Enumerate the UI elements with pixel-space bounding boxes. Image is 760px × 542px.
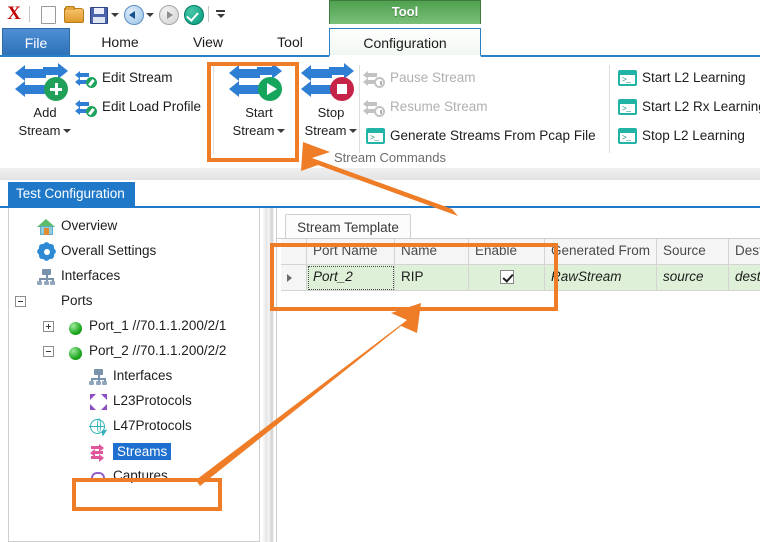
undo-back-icon[interactable] <box>122 3 144 25</box>
enable-checkbox[interactable] <box>499 270 514 284</box>
cell-source[interactable]: source <box>657 265 729 291</box>
stream-grid-pane: Stream Template Port Name Name Enable Ge… <box>276 208 760 542</box>
tree-item-label: Overview <box>61 218 118 233</box>
console-icon-2: >_ <box>618 70 637 86</box>
app-logo-icon: X <box>7 3 21 24</box>
ribbon-tab-strip: File Home View Tool Configuration <box>0 28 760 57</box>
cell-dest[interactable]: dest <box>729 265 760 291</box>
tree-item-label: L23Protocols <box>113 393 192 408</box>
add-stream-dropdown-icon <box>63 129 72 133</box>
tab-stream-template[interactable]: Stream Template <box>285 214 411 240</box>
save-dropdown-icon[interactable] <box>109 3 119 25</box>
resume-stream-icon <box>363 100 385 117</box>
current-row-indicator-icon <box>287 274 292 282</box>
cell-generated-from[interactable]: RawStream <box>545 265 657 291</box>
tree-item-label: Overall Settings <box>61 243 157 258</box>
start-stream-icon <box>229 63 283 103</box>
start-l2-learning-label: Start L2 Learning <box>642 70 746 85</box>
tree-item-label: Port_1 //70.1.1.200/2/1 <box>89 318 227 333</box>
pane-splitter[interactable] <box>262 208 274 542</box>
ribbon-group-label: Stream Commands <box>334 150 446 165</box>
network-icon <box>89 368 108 386</box>
home-icon <box>37 218 56 236</box>
new-icon[interactable] <box>37 3 59 25</box>
edit-load-profile-icon <box>75 100 97 117</box>
tree-item-label: Interfaces <box>113 368 173 383</box>
stop-l2-learning-label: Stop L2 Learning <box>642 128 745 143</box>
cell-enable[interactable] <box>469 265 545 291</box>
start-l2-rx-learning-label: Start L2 Rx Learning <box>642 99 760 114</box>
stream-grid: Port Name Name Enable Generated From Sou… <box>281 239 760 291</box>
edit-stream-label: Edit Stream <box>102 70 173 85</box>
resume-stream-label: Resume Stream <box>390 99 488 114</box>
expander-icon[interactable] <box>15 296 26 307</box>
ribbon: Add Stream Edit Stream Edit Load Profile… <box>0 57 760 169</box>
tree-item-label: Port_2 //70.1.1.200/2/2 <box>89 343 227 358</box>
stop-stream-icon <box>301 63 355 103</box>
edit-stream-icon <box>75 71 97 88</box>
add-stream-label-line2: Stream <box>2 123 88 139</box>
streams-icon <box>89 443 108 462</box>
tree-item-label: Interfaces <box>61 268 121 283</box>
add-stream-icon <box>15 63 69 103</box>
pause-stream-label: Pause Stream <box>390 70 476 85</box>
tree-item-label: Streams <box>113 443 172 460</box>
expander-icon[interactable] <box>43 321 54 332</box>
port-status-icon <box>65 343 84 361</box>
expander-icon[interactable] <box>43 346 54 357</box>
generate-streams-from-pcap-label: Generate Streams From Pcap File <box>390 128 596 143</box>
rack-icon <box>37 293 56 311</box>
grid-col-source[interactable]: Source <box>657 239 729 265</box>
grid-row-selector-header <box>281 239 307 265</box>
grid-col-name[interactable]: Name <box>395 239 469 265</box>
redo-forward-icon[interactable] <box>157 3 179 25</box>
grid-col-port-name[interactable]: Port Name <box>307 239 395 265</box>
cell-port-name[interactable]: Port_2 <box>307 265 395 291</box>
network-icon <box>37 268 56 286</box>
pause-stream-icon <box>363 71 385 88</box>
tab-configuration[interactable]: Configuration <box>329 28 481 57</box>
grid-col-enable[interactable]: Enable <box>469 239 545 265</box>
start-stream-dropdown-icon <box>277 129 286 133</box>
save-icon[interactable] <box>87 3 109 25</box>
stop-stream-dropdown-icon <box>349 129 358 133</box>
tree-item-label: Captures <box>113 468 168 483</box>
console-icon-3: >_ <box>618 99 637 115</box>
tab-view[interactable]: View <box>170 28 246 57</box>
customize-qat-icon[interactable] <box>213 3 227 25</box>
l23-icon <box>89 393 108 411</box>
cell-name[interactable]: RIP <box>395 265 469 291</box>
tree-item-label: L47Protocols <box>113 418 192 433</box>
stop-stream-label-line1: Stop <box>317 105 345 120</box>
grid-header-row: Port Name Name Enable Generated From Sou… <box>281 239 760 265</box>
test-configuration-tab[interactable]: Test Configuration <box>8 182 135 206</box>
validate-check-icon[interactable] <box>182 3 204 25</box>
contextual-tab-group-tool: Tool <box>329 0 481 24</box>
tab-file[interactable]: File <box>2 28 70 57</box>
grid-col-dest[interactable]: Dest <box>729 239 760 265</box>
port-status-icon <box>65 318 84 336</box>
tab-home[interactable]: Home <box>80 28 160 57</box>
console-icon: >_ <box>366 128 385 144</box>
tree-item-label: Ports <box>61 293 93 308</box>
document-area: Test Configuration Overview Overall Sett… <box>0 180 760 542</box>
capture-wave-icon <box>89 468 108 486</box>
stop-stream-button[interactable]: Stop Stream <box>288 63 374 139</box>
stop-stream-label-line2: Stream <box>288 123 374 139</box>
configuration-tree-pane: Overview Overall Settings Interfaces Por… <box>8 208 260 542</box>
qat-divider-2 <box>208 6 209 22</box>
grid-row-selector[interactable] <box>281 265 307 291</box>
edit-load-profile-label: Edit Load Profile <box>102 99 202 114</box>
undo-dropdown-icon[interactable] <box>144 3 154 25</box>
console-icon-4: >_ <box>618 128 637 144</box>
tab-tool[interactable]: Tool <box>252 28 328 57</box>
l47-globe-icon <box>89 418 109 437</box>
open-folder-icon[interactable] <box>62 3 84 25</box>
qat-divider <box>29 6 30 22</box>
gear-icon <box>35 240 58 263</box>
grid-col-generated-from[interactable]: Generated From <box>545 239 657 265</box>
grid-row[interactable]: Port_2 RIP RawStream source dest <box>281 265 760 291</box>
